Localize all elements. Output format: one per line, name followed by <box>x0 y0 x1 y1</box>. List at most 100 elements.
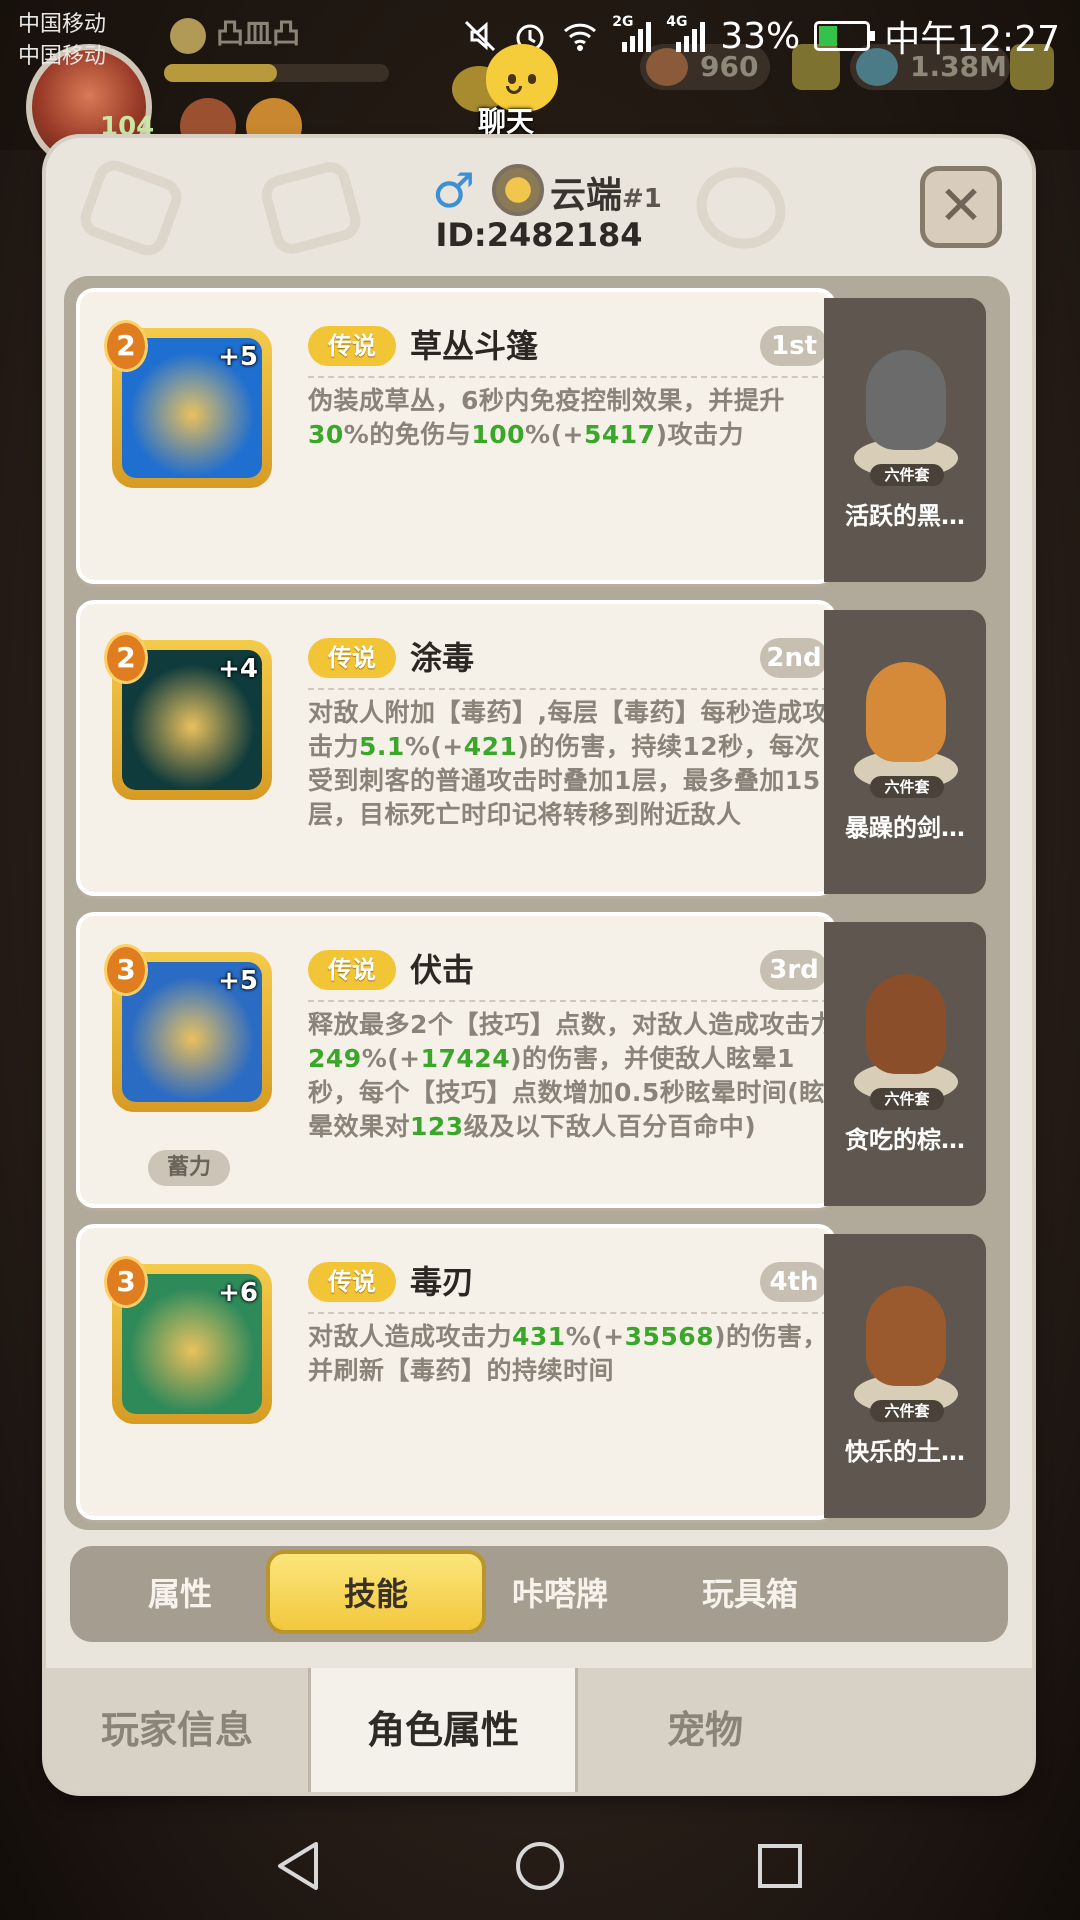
pet-set-badge: 六件套 <box>870 464 944 486</box>
skill-enhance-level: +5 <box>218 342 258 372</box>
skill-description: 对敌人造成攻击力431%(+35568)的伤害，并刷新【毒药】的持续时间 <box>308 1320 838 1388</box>
pet-name: 暴躁的剑… <box>845 814 965 842</box>
carrier-label: 中国移动 <box>18 12 107 37</box>
skill-name: 伏击 <box>410 951 475 989</box>
signal-4g-icon: 4G <box>666 14 706 54</box>
charge-badge: 蓄力 <box>148 1150 230 1186</box>
tab-attributes[interactable]: 属性 <box>70 1546 290 1642</box>
male-gender-icon: ♂ <box>432 163 476 219</box>
skill-card-body: +5 2 传说 草丛斗篷 1st 伪装成草丛，6秒内免疫控制效果，并提升 30%的免伤与10… <box>76 288 836 584</box>
skill-description-text: 释放最多2个【技巧】点数，对敌人造成攻击力 <box>308 1010 836 1039</box>
skill-card-body: +5 3 蓄力 传说 伏击 3rd 释放最多2个【技巧】点数，对敌人造成攻击力249%(+1… <box>76 912 836 1208</box>
pet-set-badge: 六件套 <box>870 1400 944 1422</box>
clock: 中午12:27 <box>884 19 1060 60</box>
skill-slot-rank: 3rd <box>760 950 828 990</box>
skill-card[interactable]: +5 3 蓄力 传说 伏击 3rd 释放最多2个【技巧】点数，对敌人造成攻击力249%(+1… <box>76 912 986 1208</box>
divider <box>308 376 828 378</box>
tab-pets[interactable]: 宠物 <box>578 1668 832 1792</box>
skill-level-badge: 3 <box>104 1256 148 1308</box>
skill-level-badge: 2 <box>104 632 148 684</box>
pet-icon <box>866 662 946 762</box>
pet-set-badge: 六件套 <box>870 776 944 798</box>
player-rank: #1 <box>622 184 662 214</box>
player-name-text: 云端 <box>550 175 623 216</box>
skill-card[interactable]: +4 2 传说 涂毒 2nd 对敌人附加【毒药】,每层【毒药】每秒造成攻击力5.1%(+4… <box>76 600 986 896</box>
skill-description-text: 对敌人造成攻击力 <box>308 1322 513 1351</box>
skill-description-text: %(+ <box>525 420 584 449</box>
carrier-label: 中国移动 <box>18 44 107 69</box>
skill-level-badge: 3 <box>104 944 148 996</box>
pet-set-badge: 六件套 <box>870 1088 944 1110</box>
skill-value-highlight: 123 <box>410 1112 464 1141</box>
legendary-tag: 传说 <box>308 638 396 678</box>
skill-description: 对敌人附加【毒药】,每层【毒药】每秒造成攻击力5.1%(+421)的伤害，持续1… <box>308 696 838 832</box>
skill-value-highlight: 421 <box>463 732 518 761</box>
signal-2g-icon: 2G <box>612 14 652 54</box>
skill-value-highlight: 17424 <box>420 1044 511 1073</box>
pet-icon <box>866 1286 946 1386</box>
home-icon[interactable] <box>510 1838 570 1894</box>
player-name: 云端#1 <box>550 166 662 218</box>
tab-cards[interactable]: 咔嗒牌 <box>450 1546 670 1642</box>
back-icon[interactable] <box>270 1838 330 1894</box>
skill-description-text: )攻击力 <box>655 420 744 449</box>
skill-slot-rank: 2nd <box>760 638 828 678</box>
skill-slot-rank: 4th <box>760 1262 828 1302</box>
pet-icon <box>866 974 946 1074</box>
player-id: ID:2482184 <box>435 216 643 254</box>
divider <box>308 1312 828 1314</box>
pet-slot[interactable]: 六件套快乐的土… <box>824 1234 986 1518</box>
pet-name: 贪吃的棕… <box>845 1126 965 1154</box>
pet-icon <box>866 350 946 450</box>
skill-value-highlight: 5417 <box>583 420 656 449</box>
tab-player-info[interactable]: 玩家信息 <box>46 1668 308 1792</box>
legendary-tag: 传说 <box>308 326 396 366</box>
chat-label[interactable]: 聊天 <box>466 100 546 140</box>
skill-value-highlight: 100 <box>471 420 526 449</box>
pet-figure: 六件套 <box>846 338 964 486</box>
skill-card[interactable]: +5 2 传说 草丛斗篷 1st 伪装成草丛，6秒内免疫控制效果，并提升 30%的免伤与10… <box>76 288 986 584</box>
skill-name: 涂毒 <box>410 639 475 677</box>
close-button[interactable]: ✕ <box>920 166 1002 248</box>
skill-value-highlight: 35568 <box>624 1322 715 1351</box>
pet-slot[interactable]: 六件套 活跃的黑… <box>824 298 986 582</box>
divider <box>308 1000 828 1002</box>
system-navigation-bar <box>0 1812 1080 1920</box>
skill-sub-tabs: 属性 技能 咔嗒牌 玩具箱 <box>70 1546 1008 1642</box>
tab-toybox[interactable]: 玩具箱 <box>640 1546 860 1642</box>
divider <box>308 688 828 690</box>
bottom-tabs: 玩家信息 角色属性 宠物 <box>46 1668 1032 1792</box>
pet-slot[interactable]: 六件套贪吃的棕… <box>824 922 986 1206</box>
recents-icon[interactable] <box>750 1838 810 1894</box>
skill-level-badge: 2 <box>104 320 148 372</box>
skill-name: 草丛斗篷 <box>410 327 539 365</box>
skill-slot-rank: 1st <box>760 326 828 366</box>
skill-card-body: +4 2 传说 涂毒 2nd 对敌人附加【毒药】,每层【毒药】每秒造成攻击力5.1%(+4… <box>76 600 836 896</box>
skill-value-highlight: 431 <box>512 1322 566 1351</box>
skill-enhance-level: +4 <box>218 654 258 684</box>
skill-enhance-level: +5 <box>218 966 258 996</box>
pet-figure: 六件套 <box>846 962 964 1110</box>
skill-description-text: %(+ <box>565 1322 625 1351</box>
skill-description-text: %的免伤与 <box>343 420 472 449</box>
pet-figure: 六件套 <box>846 650 964 798</box>
pet-name: 快乐的土… <box>845 1438 965 1466</box>
skill-card[interactable]: +6 3 传说 毒刃 4th 对敌人造成攻击力431%(+35568)的伤害，并刷新【毒药… <box>76 1224 986 1520</box>
skill-description-text: %(+ <box>404 732 464 761</box>
player-portrait-icon <box>492 164 544 216</box>
close-icon: ✕ <box>938 174 984 237</box>
skill-value-highlight: 30 <box>308 420 344 449</box>
skill-name: 毒刃 <box>410 1263 475 1301</box>
pet-slot[interactable]: 六件套暴躁的剑… <box>824 610 986 894</box>
skill-description: 伪装成草丛，6秒内免疫控制效果，并提升 30%的免伤与100%(+5417)攻击力 <box>308 384 838 452</box>
skill-enhance-level: +6 <box>218 1278 258 1308</box>
battery-percent: 33% <box>720 15 801 57</box>
wifi-icon <box>562 18 598 54</box>
pet-figure: 六件套 <box>846 1274 964 1422</box>
player-profile-panel: ♂ 云端#1 ID:2482184 ✕ +5 2 传说 草丛斗篷 1st 伪装成草丛，6秒… <box>46 138 1032 1792</box>
tab-character-attributes[interactable]: 角色属性 <box>311 1668 575 1792</box>
skill-description: 释放最多2个【技巧】点数，对敌人造成攻击力249%(+17424)的伤害，并使敌… <box>308 1008 838 1144</box>
battery-icon <box>814 21 876 51</box>
skill-value-highlight: 5.1 <box>359 732 405 761</box>
legendary-tag: 传说 <box>308 950 396 990</box>
